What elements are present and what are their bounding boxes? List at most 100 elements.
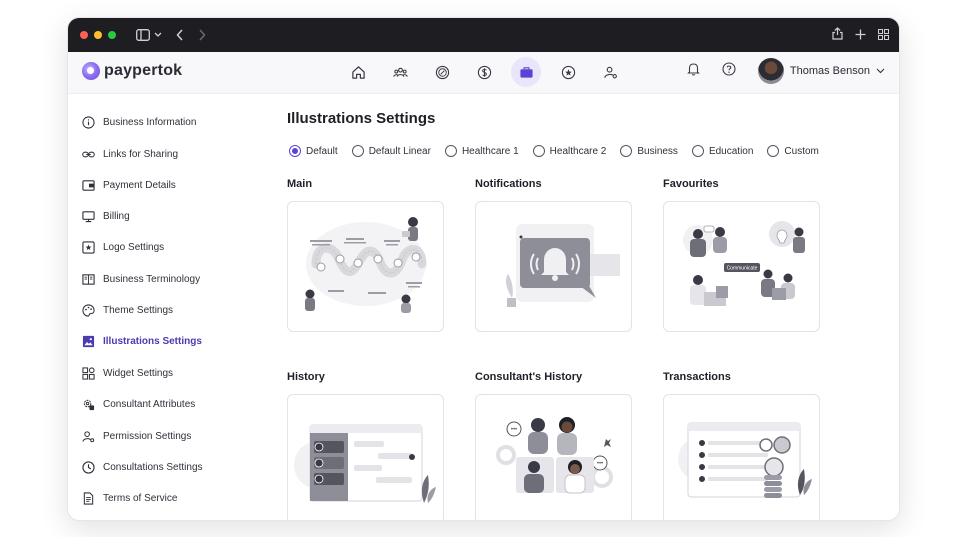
- option-healthcare-2[interactable]: Healthcare 2: [532, 145, 606, 157]
- sidebar-item-terms-of-service[interactable]: Terms of Service: [82, 488, 177, 508]
- sidebar-item-payment-details[interactable]: Payment Details: [82, 175, 176, 195]
- consultants-history-illustration: ••• •••: [496, 417, 613, 494]
- option-business[interactable]: Business: [620, 145, 678, 157]
- sidebar-item-label: Billing: [103, 210, 130, 222]
- illustration-card-favourites[interactable]: Communicate: [663, 201, 820, 332]
- option-default[interactable]: Default: [289, 145, 338, 157]
- nav-user-settings[interactable]: [595, 57, 625, 87]
- sidebar-item-label: Consultations Settings: [103, 461, 203, 473]
- nav-percent[interactable]: [427, 57, 457, 87]
- sidebar-item-label: Logo Settings: [103, 241, 165, 253]
- svg-text:•••: •••: [597, 461, 603, 467]
- nav-people[interactable]: [385, 57, 415, 87]
- currency-icon: [477, 65, 491, 79]
- app-logo[interactable]: paypertok: [82, 62, 182, 80]
- illustration-card-transactions[interactable]: [663, 394, 820, 520]
- sidebar-item-links-for-sharing[interactable]: Links for Sharing: [82, 144, 178, 164]
- favourites-illustration: Communicate: [683, 221, 805, 306]
- svg-text:•••: •••: [511, 427, 517, 433]
- sidebar-icon[interactable]: [136, 29, 150, 41]
- wallet-icon: [82, 179, 95, 191]
- widgets-icon: [82, 366, 95, 380]
- minimize-window-button[interactable]: [94, 31, 102, 39]
- back-icon[interactable]: [176, 29, 184, 41]
- user-settings-icon: [603, 66, 617, 78]
- option-healthcare-1[interactable]: Healthcare 1: [444, 145, 519, 157]
- chevron-down-icon[interactable]: [154, 32, 162, 38]
- radio-selected-icon: [289, 145, 301, 157]
- option-custom[interactable]: Custom: [767, 145, 819, 157]
- radio-icon: [444, 145, 457, 157]
- sidebar-item-illustrations-settings[interactable]: Illustrations Settings: [82, 331, 202, 351]
- section-title-notifications: Notifications: [475, 178, 542, 190]
- main-illustration: [305, 217, 427, 313]
- main-nav: [343, 57, 625, 87]
- info-icon: [82, 115, 95, 129]
- plus-icon[interactable]: [855, 27, 866, 43]
- share-icon[interactable]: [832, 27, 843, 43]
- sidebar-item-label: Business Terminology: [103, 273, 201, 285]
- sidebar-item-label: Payment Details: [103, 179, 176, 191]
- sidebar-item-consultant-attributes[interactable]: Consultant Attributes: [82, 394, 195, 414]
- illustration-card-main[interactable]: [287, 201, 444, 332]
- nav-home[interactable]: [343, 57, 373, 87]
- user-name: Thomas Benson: [789, 65, 870, 77]
- document-icon: [83, 491, 94, 505]
- percent-icon: [435, 65, 449, 79]
- help-icon[interactable]: [722, 61, 736, 81]
- section-title-history: History: [287, 371, 325, 383]
- settings-sidebar: Business Information Links for Sharing P…: [68, 94, 273, 520]
- user-menu[interactable]: Thomas Benson: [757, 58, 885, 84]
- user-key-icon: [82, 430, 95, 442]
- palette-icon: [82, 303, 95, 317]
- sidebar-item-logo-settings[interactable]: Logo Settings: [82, 237, 164, 257]
- history-illustration: [294, 424, 436, 503]
- browser-window: paypertok Thomas Benson Business Informa…: [67, 17, 900, 521]
- star-icon: [561, 65, 575, 79]
- radio-icon: [767, 145, 780, 157]
- image-icon: [82, 335, 95, 347]
- logo-mark-icon: [82, 62, 100, 80]
- forward-icon[interactable]: [198, 29, 206, 41]
- zoom-window-button[interactable]: [108, 31, 116, 39]
- sidebar-item-business-terminology[interactable]: Business Terminology: [82, 269, 200, 289]
- sidebar-item-label: Links for Sharing: [103, 148, 179, 160]
- nav-briefcase[interactable]: [511, 57, 541, 87]
- option-default-linear[interactable]: Default Linear: [351, 145, 431, 157]
- grid-icon[interactable]: [878, 27, 889, 43]
- radio-icon: [532, 145, 545, 157]
- notifications-illustration: [505, 224, 620, 307]
- sidebar-item-theme-settings[interactable]: Theme Settings: [82, 300, 173, 320]
- home-icon: [351, 65, 365, 79]
- illustration-card-notifications[interactable]: [475, 201, 632, 332]
- sidebar-item-label: Widget Settings: [103, 367, 174, 379]
- illustration-card-consultants-history[interactable]: ••• •••: [475, 394, 632, 520]
- communicate-badge: Communicate: [727, 266, 758, 272]
- section-title-transactions: Transactions: [663, 371, 731, 383]
- close-window-button[interactable]: [80, 31, 88, 39]
- illustration-card-history[interactable]: [287, 394, 444, 520]
- radio-icon: [351, 145, 364, 157]
- sidebar-item-business-information[interactable]: Business Information: [82, 112, 196, 132]
- briefcase-icon: [519, 66, 533, 78]
- page-title: Illustrations Settings: [287, 110, 436, 127]
- sidebar-item-permission-settings[interactable]: Permission Settings: [82, 426, 191, 446]
- option-education[interactable]: Education: [691, 145, 753, 157]
- book-icon: [82, 273, 95, 285]
- sidebar-item-label: Terms of Service: [103, 492, 178, 504]
- sidebar-item-label: Permission Settings: [103, 430, 192, 442]
- nav-star[interactable]: [553, 57, 583, 87]
- transactions-illustration: [678, 422, 812, 498]
- sidebar-item-label: Consultant Attributes: [103, 398, 196, 410]
- people-icon: [392, 67, 408, 77]
- illustration-style-options: Default Default Linear Healthcare 1 Heal…: [289, 145, 819, 157]
- nav-currency[interactable]: [469, 57, 499, 87]
- logo-text: paypertok: [104, 62, 183, 79]
- sidebar-item-widget-settings[interactable]: Widget Settings: [82, 363, 173, 383]
- sidebar-item-consultations-settings[interactable]: Consultations Settings: [82, 457, 203, 477]
- bell-icon[interactable]: [687, 62, 700, 81]
- sidebar-item-billing[interactable]: Billing: [82, 206, 130, 226]
- section-title-favourites: Favourites: [663, 178, 719, 190]
- browser-titlebar: [68, 18, 899, 52]
- radio-icon: [620, 145, 633, 157]
